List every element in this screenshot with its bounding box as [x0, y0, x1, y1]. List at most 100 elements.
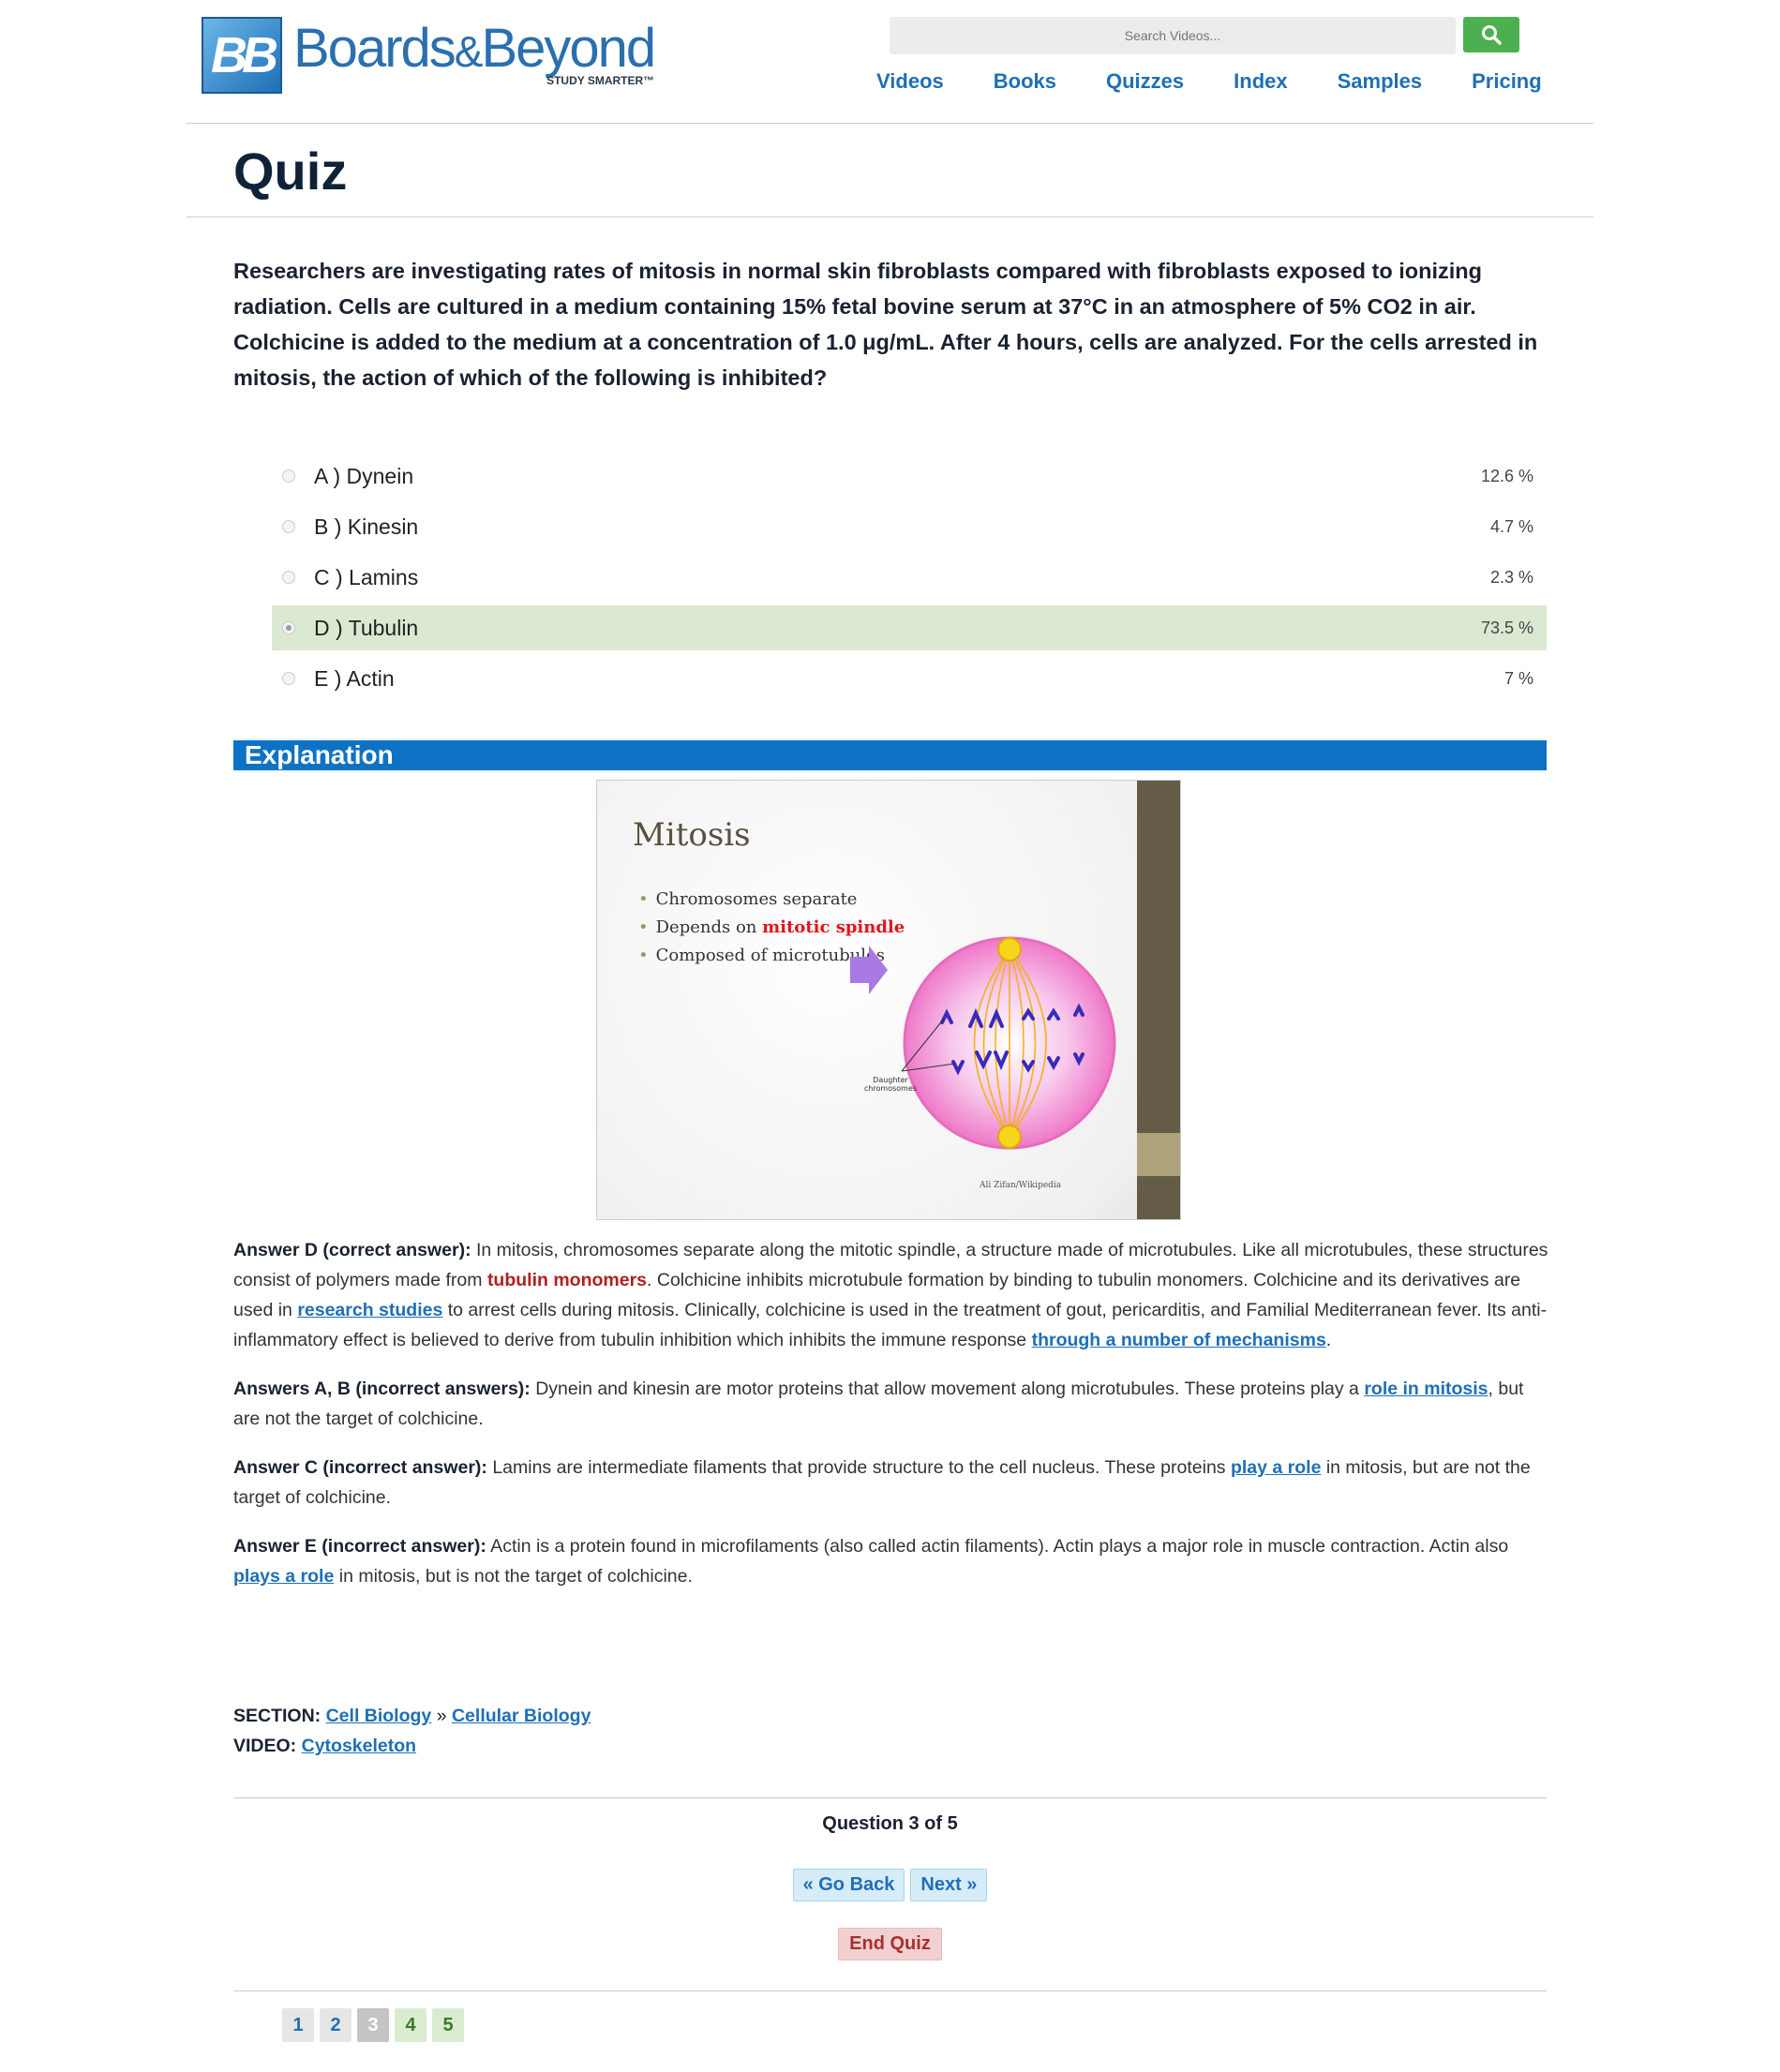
section-label: SECTION: — [233, 1706, 322, 1726]
logo-mark: BB — [202, 17, 282, 94]
logo-name-2: Beyond — [481, 18, 656, 79]
video-label: VIDEO: — [233, 1736, 297, 1756]
centrosome-bottom — [997, 1125, 1022, 1149]
nav-books[interactable]: Books — [994, 69, 1056, 94]
option-b[interactable]: B ) Kinesin 4.7 % — [272, 504, 1547, 549]
answer-text: Lamins are intermediate filaments that p… — [486, 1457, 1231, 1478]
mitosis-slide-image: Mitosis Chromosomes separate Depends on … — [596, 780, 1181, 1220]
section-info: SECTION: Cell Biology » Cellular Biology… — [233, 1701, 591, 1761]
option-d[interactable]: D ) Tubulin 73.5 % — [272, 605, 1547, 650]
page-5-button[interactable]: 5 — [432, 2008, 464, 2042]
option-e-percent: 7 % — [1503, 668, 1533, 688]
page-3-button[interactable]: 3 — [357, 2008, 389, 2042]
video-line: VIDEO: Cytoskeleton — [233, 1731, 591, 1761]
main-nav: Videos Books Quizzes Index Samples Prici… — [876, 69, 1542, 94]
footer-divider-bottom — [233, 1990, 1547, 1991]
nav-videos[interactable]: Videos — [876, 69, 944, 94]
breadcrumb-separator: » — [431, 1706, 452, 1726]
option-c-radio[interactable] — [282, 571, 295, 584]
slide-title: Mitosis — [633, 816, 751, 854]
search-icon — [1482, 25, 1502, 45]
next-button[interactable]: Next » — [910, 1869, 988, 1901]
answer-c-explanation: Answer C (incorrect answer): Lamins are … — [233, 1453, 1555, 1513]
end-quiz-row: End Quiz — [233, 1928, 1547, 1960]
option-b-percent: 4.7 % — [1489, 516, 1533, 536]
page-title: Quiz — [233, 142, 348, 201]
logo-amp: & — [454, 27, 484, 76]
question-text: Researchers are investigating rates of m… — [233, 259, 1538, 390]
nav-quizzes[interactable]: Quizzes — [1106, 69, 1184, 94]
option-a-label: A ) Dynein — [314, 463, 414, 488]
plays-a-role-link[interactable]: plays a role — [233, 1566, 334, 1587]
option-e-radio[interactable] — [282, 672, 295, 685]
header-divider — [187, 123, 1593, 124]
option-b-radio[interactable] — [282, 520, 295, 533]
answer-ab-explanation: Answers A, B (incorrect answers): Dynein… — [233, 1374, 1555, 1434]
answer-text: Actin is a protein found in microfilamen… — [486, 1536, 1509, 1557]
mechanisms-link[interactable]: through a number of mechanisms — [1032, 1330, 1326, 1350]
answer-e-heading: Answer E (incorrect answer): — [233, 1536, 486, 1557]
option-c-label: C ) Lamins — [314, 564, 419, 589]
question-pagination: 1 2 3 4 5 — [282, 2008, 470, 2042]
page-4-button[interactable]: 4 — [395, 2008, 426, 2042]
navigation-buttons: « Go Back Next » — [233, 1869, 1547, 1901]
option-e[interactable]: E ) Actin 7 % — [272, 656, 1547, 701]
option-e-label: E ) Actin — [314, 665, 395, 691]
centrosome-top — [997, 937, 1022, 961]
slide-bullet: Chromosomes separate — [638, 886, 905, 914]
answer-c-heading: Answer C (incorrect answer): — [233, 1457, 487, 1478]
page-1-button[interactable]: 1 — [282, 2008, 314, 2042]
answer-text: Dynein and kinesin are motor proteins th… — [530, 1379, 1365, 1399]
logo[interactable]: BB Boards&Beyond STUDY SMARTER™ — [202, 17, 656, 94]
answer-text: . — [1325, 1330, 1332, 1350]
video-link-cytoskeleton[interactable]: Cytoskeleton — [302, 1736, 416, 1756]
nav-index[interactable]: Index — [1234, 69, 1287, 94]
play-a-role-link[interactable]: play a role — [1231, 1457, 1321, 1478]
answer-d-heading: Answer D (correct answer): — [233, 1240, 471, 1260]
option-a-radio[interactable] — [282, 470, 295, 483]
option-a-percent: 12.6 % — [1480, 466, 1533, 485]
option-d-percent: 73.5 % — [1480, 618, 1533, 637]
explanation-heading: Explanation — [233, 740, 1547, 770]
nav-pricing[interactable]: Pricing — [1472, 69, 1542, 94]
logo-name: Boards&Beyond — [293, 18, 656, 80]
end-quiz-button[interactable]: End Quiz — [838, 1928, 942, 1960]
option-c-percent: 2.3 % — [1489, 567, 1533, 587]
page-2-button[interactable]: 2 — [320, 2008, 352, 2042]
option-b-label: B ) Kinesin — [314, 514, 419, 539]
title-divider — [187, 216, 1593, 217]
answer-ab-heading: Answers A, B (incorrect answers): — [233, 1379, 531, 1399]
option-a[interactable]: A ) Dynein 12.6 % — [272, 454, 1547, 499]
go-back-button[interactable]: « Go Back — [792, 1869, 905, 1901]
option-c[interactable]: C ) Lamins 2.3 % — [272, 555, 1547, 600]
search-button[interactable] — [1463, 17, 1519, 52]
option-d-radio[interactable] — [282, 621, 295, 634]
question-counter: Question 3 of 5 — [822, 1813, 958, 1834]
answer-d-explanation: Answer D (correct answer): In mitosis, c… — [233, 1235, 1555, 1355]
mitosis-diagram: Daughter chromosomes — [850, 936, 1116, 1150]
option-d-label: D ) Tubulin — [314, 615, 419, 640]
radio-selected-dot — [286, 625, 292, 631]
logo-text: Boards&Beyond STUDY SMARTER™ — [293, 18, 656, 88]
nav-samples[interactable]: Samples — [1338, 69, 1423, 94]
search-input[interactable] — [890, 17, 1456, 54]
slide-credit: Ali Zifan/Wikipedia — [980, 1181, 1062, 1190]
answer-explanations: Answer D (correct answer): In mitosis, c… — [233, 1235, 1555, 1610]
slide-side-bar — [1137, 781, 1180, 1219]
research-studies-link[interactable]: research studies — [297, 1300, 442, 1320]
section-line: SECTION: Cell Biology » Cellular Biology — [233, 1701, 591, 1731]
slide-side-band — [1137, 1133, 1180, 1176]
slide-bullet-text: Depends on — [655, 917, 763, 937]
answer-text: in mitosis, but is not the target of col… — [334, 1566, 693, 1587]
logo-name-1: Boards — [293, 18, 456, 79]
section-link-cell-biology[interactable]: Cell Biology — [326, 1706, 432, 1726]
arrow-shape — [850, 946, 888, 994]
footer-divider-top — [233, 1797, 1547, 1798]
answer-highlight: tubulin monomers — [486, 1270, 648, 1290]
answer-options: A ) Dynein 12.6 % B ) Kinesin 4.7 % C ) … — [272, 454, 1547, 707]
section-link-cellular-biology[interactable]: Cellular Biology — [452, 1706, 591, 1726]
diagram-label: chromosomes — [864, 1084, 917, 1093]
diagram-label: Daughter — [873, 1076, 908, 1084]
role-in-mitosis-link[interactable]: role in mitosis — [1364, 1379, 1488, 1399]
answer-e-explanation: Answer E (incorrect answer): Actin is a … — [233, 1531, 1555, 1591]
